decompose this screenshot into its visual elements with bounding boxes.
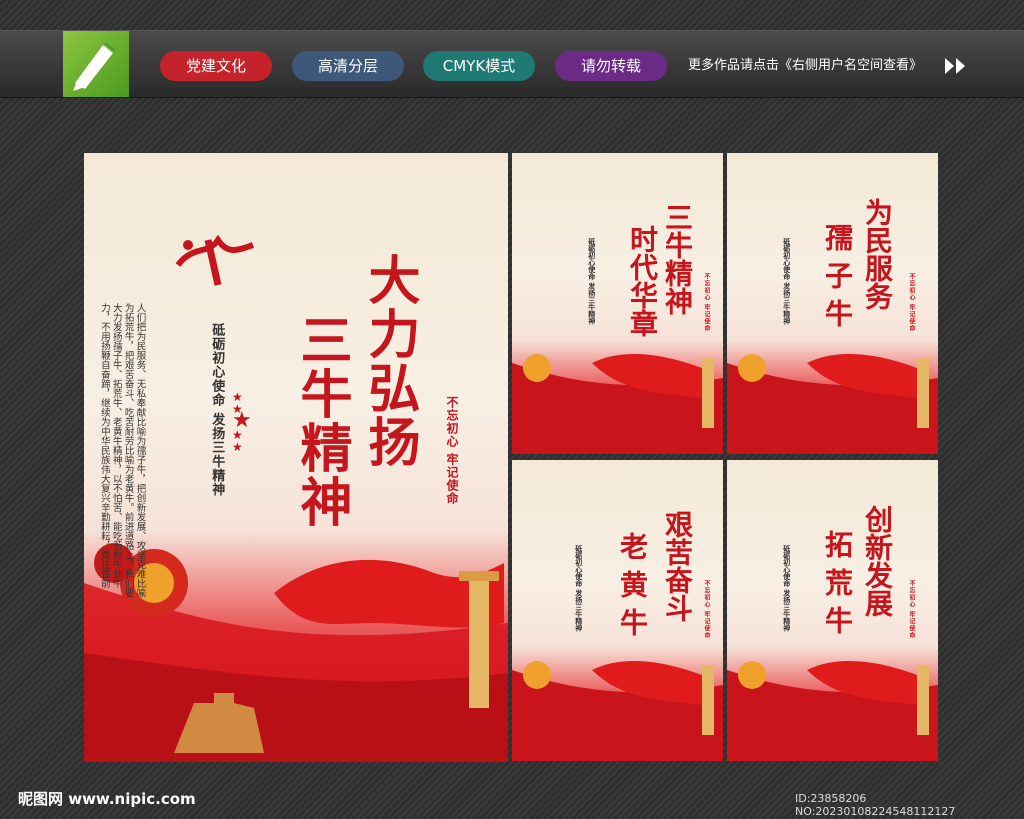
small-stamp: 不忘初心 牢记使命 — [908, 273, 915, 333]
site-watermark: 昵图网 www.nipic.com — [18, 790, 196, 808]
double-arrow-right-icon[interactable] — [943, 56, 969, 76]
tag-no-repost[interactable]: 请勿转载 — [555, 51, 667, 81]
image-id: ID:23858206 NO:20230108224548112127 — [795, 792, 956, 818]
small-poster-4: 创新发展 拓荒牛 砥砺初心使命 发扬三牛精神 不忘初心 牢记使命 — [727, 460, 938, 761]
stars-decoration: ★ ★ ★ ★ ★ — [232, 390, 252, 454]
small-stamp: 不忘初心 牢记使命 — [703, 580, 710, 640]
site-logo — [63, 31, 129, 97]
small-title-line2: 拓荒牛 — [821, 530, 854, 644]
small-title-line1: 三牛精神 — [661, 203, 694, 315]
top-banner: 党建文化 高清分层 CMYK模式 请勿转载 更多作品请点击《右侧用户名空间查看》 — [0, 30, 1024, 98]
main-body-text: 人们把为民服务、无私奉献比喻为孺子牛，把创新发展、攻坚克难比喻为拓荒牛，把艰苦奋… — [98, 303, 146, 598]
china-dream-calligraphy-logo — [175, 234, 254, 286]
small-title-line2: 老黄牛 — [616, 532, 649, 646]
tag-cmyk[interactable]: CMYK模式 — [423, 51, 535, 81]
small-poster-3: 艰苦奋斗 老黄牛 砥砺初心使命 发扬三牛精神 不忘初心 牢记使命 — [512, 460, 723, 761]
tag-party-culture[interactable]: 党建文化 — [160, 51, 272, 81]
small-title-line1: 艰苦奋斗 — [661, 510, 694, 622]
main-title-line2: 三牛精神 — [291, 313, 352, 529]
small-title-line1: 创新发展 — [861, 505, 894, 617]
small-subtitle: 砥砺初心使命 发扬三牛精神 — [574, 545, 583, 632]
main-subtitle: 砥砺初心使命 发扬三牛精神 — [209, 323, 225, 497]
main-poster: 大力弘扬 三牛精神 砥砺初心使命 发扬三牛精神 ★ ★ ★ ★ ★ 不忘初心 牢记使命 … — [84, 153, 508, 762]
small-subtitle: 砥砺初心使命 发扬三牛精神 — [587, 238, 596, 325]
small-title-line2: 时代华章 — [626, 225, 659, 337]
small-stamp: 不忘初心 牢记使命 — [908, 580, 915, 640]
more-works-notice[interactable]: 更多作品请点击《右侧用户名空间查看》 — [688, 51, 922, 81]
small-subtitle: 砥砺初心使命 发扬三牛精神 — [782, 238, 791, 325]
pen-logo-icon — [73, 42, 116, 91]
small-title-line2: 孺子牛 — [821, 223, 854, 337]
tag-hd-layers[interactable]: 高清分层 — [292, 51, 404, 81]
main-stamp-slogan: 不忘初心 牢记使命 — [445, 396, 459, 506]
small-subtitle: 砥砺初心使命 发扬三牛精神 — [782, 545, 791, 632]
small-stamp: 不忘初心 牢记使命 — [703, 273, 710, 333]
small-title-line1: 为民服务 — [861, 198, 894, 310]
small-poster-1: 三牛精神 时代华章 砥砺初心使命 发扬三牛精神 不忘初心 牢记使命 — [512, 153, 723, 454]
small-poster-2: 为民服务 孺子牛 砥砺初心使命 发扬三牛精神 不忘初心 牢记使命 — [727, 153, 938, 454]
main-title-line1: 大力弘扬 — [359, 253, 420, 469]
